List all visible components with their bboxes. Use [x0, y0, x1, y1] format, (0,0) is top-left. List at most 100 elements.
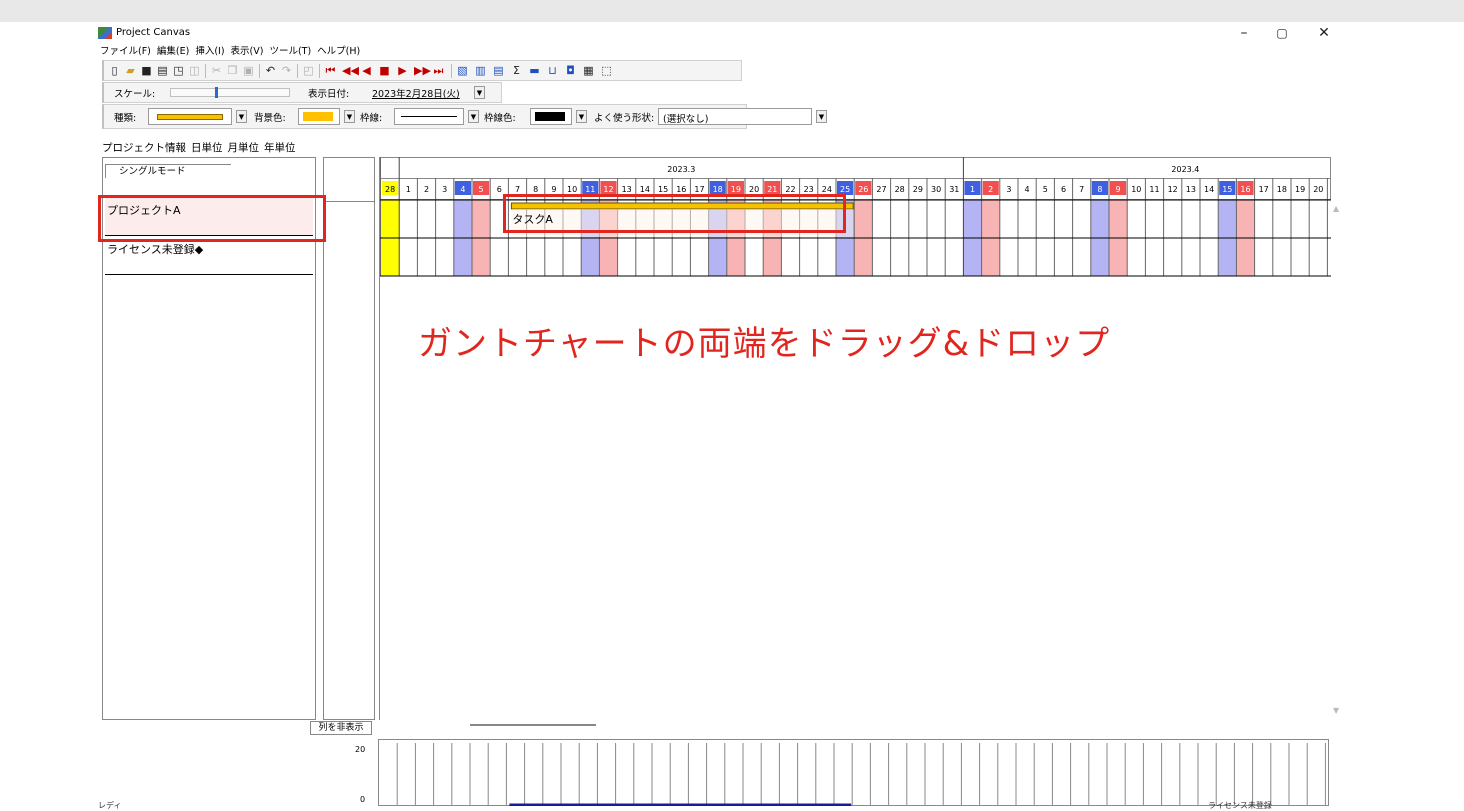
- save-icon[interactable]: ■: [140, 64, 153, 77]
- common-shape-combo[interactable]: (選択なし): [658, 108, 812, 125]
- task-highlight-box: [503, 194, 846, 233]
- day-label: 11: [585, 185, 595, 194]
- copy-icon[interactable]: ❐: [226, 64, 239, 77]
- cut-icon[interactable]: ✂: [210, 64, 223, 77]
- resource-graph: 20 0: [331, 739, 1331, 806]
- restore-button[interactable]: ▢: [1262, 22, 1302, 42]
- type-combo[interactable]: [148, 108, 232, 125]
- single-mode-button[interactable]: シングルモード: [105, 164, 231, 178]
- day-label: 1: [970, 185, 975, 194]
- print-icon[interactable]: ▤: [156, 64, 169, 77]
- menu-bar: ファイル(F) 編集(E) 挿入(I) 表示(V) ツール(T) ヘルプ(H): [96, 43, 360, 59]
- day-label: 13: [1186, 185, 1196, 194]
- play-icon[interactable]: ▶: [396, 64, 409, 77]
- day-label: 5: [479, 185, 484, 194]
- menu-file[interactable]: ファイル(F): [100, 43, 151, 57]
- select-icon[interactable]: ⬚: [600, 64, 613, 77]
- app-window: Project Canvas – ▢ ✕ ファイル(F) 編集(E) 挿入(I) 表示…: [96, 22, 1344, 810]
- rewind-fast-icon[interactable]: ◀◀: [342, 64, 359, 77]
- day-label: 18: [1277, 185, 1287, 194]
- paste-icon[interactable]: ▣: [242, 64, 255, 77]
- window-title: Project Canvas: [116, 27, 191, 38]
- format-toolbar: 種類: ▼ 背景色: ▼ 枠線: ▼ 枠線色: ▼ よく使う形状: (選択なし)…: [102, 104, 827, 129]
- day-label: 2: [988, 185, 993, 194]
- horizontal-bars-icon[interactable]: ▤: [492, 64, 505, 77]
- print-preview-icon[interactable]: ◳: [172, 64, 185, 77]
- scroll-down-icon[interactable]: ▼: [1333, 706, 1339, 715]
- properties-icon[interactable]: ◰: [302, 64, 315, 77]
- border-style-dropdown-arrow[interactable]: ▼: [468, 110, 479, 123]
- day-label: 20: [749, 185, 759, 194]
- background-color-swatch: [303, 112, 333, 121]
- open-folder-icon[interactable]: ▰: [124, 64, 137, 77]
- day-label: 3: [1006, 185, 1011, 194]
- project-row[interactable]: ライセンス未登録◆: [105, 237, 313, 275]
- redo-icon[interactable]: ↷: [280, 64, 293, 77]
- tab-daily[interactable]: 日単位: [191, 140, 223, 155]
- menu-tools[interactable]: ツール(T): [269, 43, 311, 57]
- day-label: 12: [1168, 185, 1178, 194]
- horizontal-scrollbar-thumb[interactable]: [470, 724, 596, 726]
- first-icon[interactable]: ⏮: [324, 64, 337, 77]
- rewind-icon[interactable]: ◀: [360, 64, 373, 77]
- date-dropdown-arrow[interactable]: ▼: [474, 86, 485, 99]
- common-shape-dropdown-arrow[interactable]: ▼: [816, 110, 827, 123]
- common-shape-label: よく使う形状:: [594, 113, 655, 124]
- day-label: 5: [1043, 185, 1048, 194]
- toolbar-separator: [259, 64, 260, 78]
- menu-view[interactable]: 表示(V): [231, 43, 264, 57]
- vertical-scrollbar[interactable]: ▲ ▼: [1331, 202, 1344, 722]
- day-label: 14: [1204, 185, 1214, 194]
- border-style-combo[interactable]: [394, 108, 464, 125]
- day-label: 6: [497, 185, 502, 194]
- type-label: 種類:: [114, 113, 137, 124]
- tab-project-info[interactable]: プロジェクト情報: [102, 140, 186, 155]
- day-label: 1: [406, 185, 411, 194]
- undo-icon[interactable]: ↶: [264, 64, 277, 77]
- scroll-up-icon[interactable]: ▲: [1333, 204, 1339, 213]
- border-color-combo[interactable]: [530, 108, 572, 125]
- day-label: 31: [949, 185, 959, 194]
- new-file-icon[interactable]: ▯: [108, 64, 121, 77]
- border-color-dropdown-arrow[interactable]: ▼: [576, 110, 587, 123]
- display-date-value[interactable]: 2023年2月28日(火): [372, 86, 460, 100]
- sum-icon[interactable]: Σ: [510, 64, 523, 77]
- minimize-button[interactable]: –: [1224, 22, 1264, 42]
- image-icon[interactable]: ▧: [456, 64, 469, 77]
- vertical-bars-icon[interactable]: ▥: [474, 64, 487, 77]
- day-label: 6: [1061, 185, 1066, 194]
- graph-frame: [378, 739, 1329, 806]
- month-label: 2023.4: [1171, 165, 1199, 174]
- menu-edit[interactable]: 編集(E): [157, 43, 189, 57]
- day-label: 24: [822, 185, 832, 194]
- last-icon[interactable]: ⏭: [432, 64, 445, 77]
- tab-yearly[interactable]: 年単位: [264, 140, 296, 155]
- day-label: 7: [515, 185, 520, 194]
- menu-help[interactable]: ヘルプ(H): [317, 43, 360, 57]
- stop-icon[interactable]: ■: [378, 64, 391, 77]
- type-dropdown-arrow[interactable]: ▼: [236, 110, 247, 123]
- day-label: 21: [767, 185, 777, 194]
- gantt-grid[interactable]: 2023.3 2023.428 1 2 3 4 5 6 7 8 9 10 11 12 13 14 15 16 17 1…: [380, 157, 1331, 720]
- scale-slider-thumb[interactable]: [215, 87, 218, 98]
- day-label: 27: [876, 185, 886, 194]
- tab-monthly[interactable]: 月単位: [228, 140, 260, 155]
- day-label: 10: [567, 185, 577, 194]
- background-color-combo[interactable]: [298, 108, 340, 125]
- gantt-chart-area[interactable]: 2023.3 2023.4 28 1 2 3 4 5 6 7 8 9 10 11 12 13 14 15 16 17 1…: [379, 157, 1331, 720]
- line-icon[interactable]: ▬: [528, 64, 541, 77]
- day-label: 3: [442, 185, 447, 194]
- frame-icon[interactable]: ◘: [564, 64, 577, 77]
- day-label: 4: [1025, 185, 1030, 194]
- refresh-icon[interactable]: ◫: [188, 64, 201, 77]
- forward-fast-icon[interactable]: ▶▶: [414, 64, 431, 77]
- background-color-dropdown-arrow[interactable]: ▼: [344, 110, 355, 123]
- menu-insert[interactable]: 挿入(I): [195, 43, 224, 57]
- close-button[interactable]: ✕: [1304, 22, 1344, 42]
- hide-columns-button[interactable]: 列を非表示: [310, 721, 372, 735]
- scale-slider[interactable]: [170, 87, 290, 98]
- view-tabs: プロジェクト情報 日単位 月単位 年単位: [102, 140, 301, 156]
- grid-icon[interactable]: ▦: [582, 64, 595, 77]
- toolbar-separator: [297, 64, 298, 78]
- bracket-icon[interactable]: ⊔: [546, 64, 559, 77]
